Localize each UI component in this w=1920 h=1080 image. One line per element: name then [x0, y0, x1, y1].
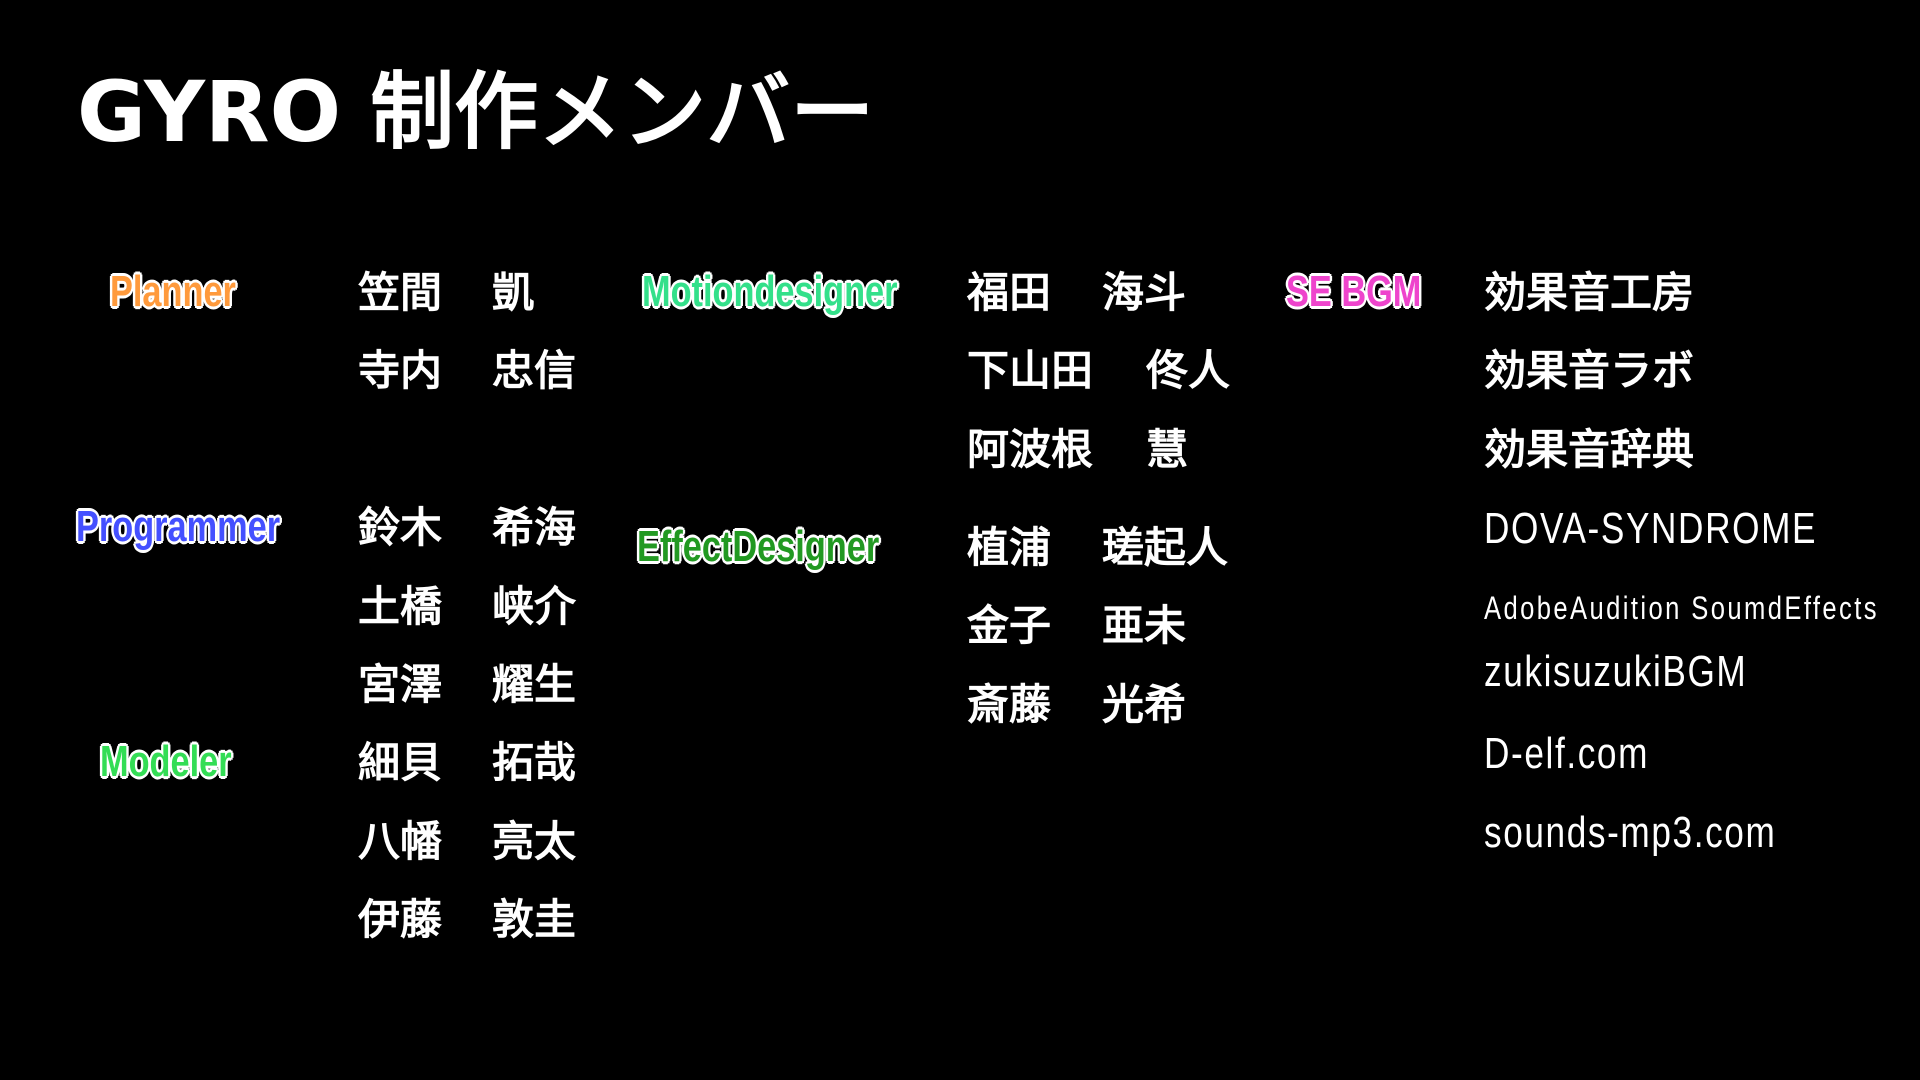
page-title: GYRO 制作メンバー: [77, 63, 875, 161]
sound-source-item: AdobeAudition SoumdEffects: [1484, 589, 1879, 626]
sound-source-item: D-elf.com: [1484, 729, 1649, 779]
modeler-role-label: Modeler: [100, 737, 232, 787]
member-given-name: 佟人: [1146, 346, 1231, 396]
member-given-name: 忠信: [492, 346, 577, 396]
member-family-name: 斎藤: [967, 679, 1052, 729]
sound-source-item: sounds-mp3.com: [1484, 807, 1777, 857]
member-given-name: 亮太: [492, 816, 577, 866]
sound-source-item: 効果音ラボ: [1484, 346, 1695, 396]
member-given-name: 光希: [1102, 679, 1187, 729]
member-given-name: 海斗: [1102, 268, 1187, 317]
member-family-name: 金子: [967, 601, 1052, 651]
member-family-name: 伊藤: [358, 895, 443, 945]
member-family-name: 鈴木: [358, 503, 443, 553]
member-family-name: 阿波根: [967, 424, 1094, 474]
member-family-name: 細貝: [358, 738, 443, 788]
member-family-name: 笠間: [358, 268, 443, 317]
member-family-name: 八幡: [358, 816, 443, 866]
member-given-name: 敦圭: [492, 895, 577, 945]
member-given-name: 拓哉: [492, 738, 577, 788]
member-given-name: 凱: [492, 268, 535, 317]
member-given-name: 瑳起人: [1102, 522, 1229, 572]
sound-source-item: 効果音工房: [1484, 268, 1695, 317]
sound-source-item: DOVA-SYNDROME: [1484, 504, 1818, 554]
member-family-name: 福田: [967, 268, 1052, 317]
sound-source-item: 効果音辞典: [1484, 424, 1695, 474]
member-given-name: 慧: [1146, 424, 1189, 474]
planner-role-label: Planner: [110, 267, 236, 316]
member-family-name: 植浦: [967, 522, 1052, 572]
sound-source-item: zukisuzukiBGM: [1484, 647, 1748, 696]
programmer-role-label: Programmer: [76, 502, 281, 552]
motiondesigner-role-label: Motiondesigner: [642, 267, 898, 316]
member-family-name: 寺内: [358, 346, 443, 396]
member-given-name: 峡介: [492, 581, 577, 631]
member-given-name: 亜未: [1102, 601, 1187, 651]
member-family-name: 下山田: [967, 346, 1094, 396]
member-family-name: 土橋: [358, 581, 443, 631]
member-given-name: 希海: [492, 503, 577, 553]
effectdesigner-role-label: EffectDesigner: [637, 521, 880, 571]
se-bgm-role-label: SE BGM: [1286, 267, 1422, 316]
member-family-name: 宮澤: [358, 660, 443, 709]
member-given-name: 耀生: [492, 660, 577, 709]
